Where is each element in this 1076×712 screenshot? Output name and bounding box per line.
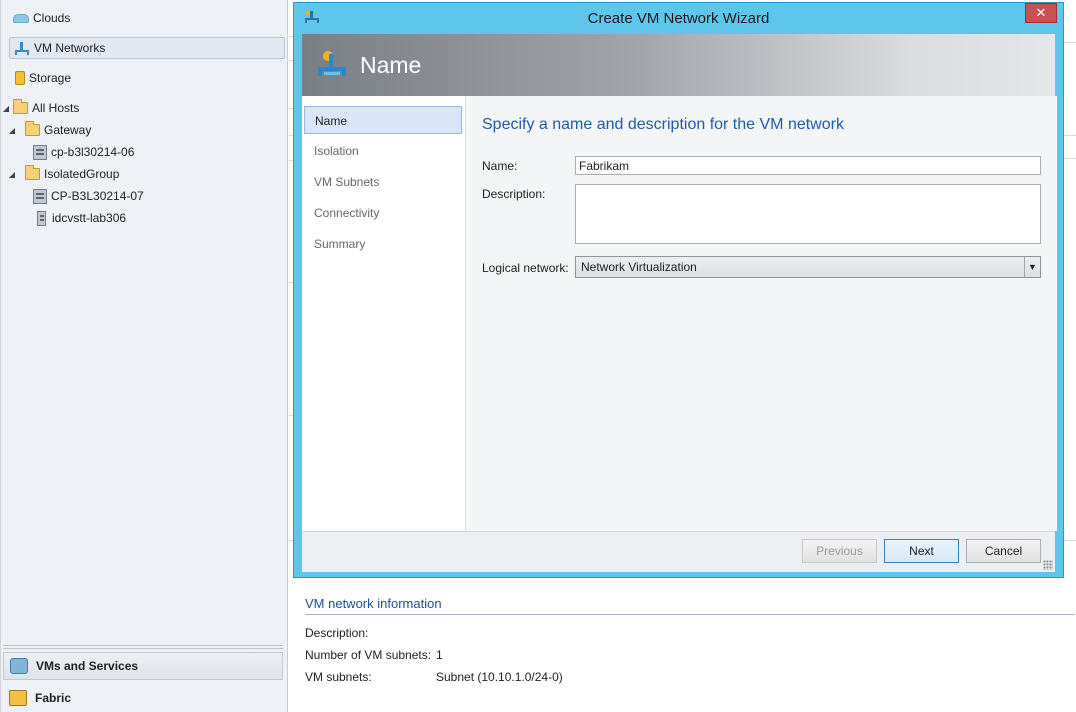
vm-network-icon (316, 48, 348, 78)
tree-node-label: All Hosts (32, 101, 80, 115)
tree-node-host-isolated-1[interactable]: CP-B3L30214-07 (33, 186, 144, 206)
host-server-icon (33, 188, 47, 204)
host-server-icon (37, 210, 46, 226)
wizard-steps-list: Name Isolation VM Subnets Connectivity S… (302, 96, 466, 531)
folder-icon (25, 121, 40, 136)
tree-node-label: idcvstt-lab306 (52, 211, 127, 225)
nav-item-label: Storage (29, 71, 72, 85)
tree-node-label: cp-b3l30214-06 (51, 145, 135, 159)
resize-grip-icon[interactable] (1043, 560, 1053, 570)
wizard-step-summary[interactable]: Summary (304, 230, 462, 258)
next-button[interactable]: Next (884, 539, 959, 563)
tree-node-host-gateway[interactable]: cp-b3l30214-06 (33, 142, 134, 162)
logical-network-label: Logical network: (482, 261, 569, 275)
expand-arrow-icon[interactable]: ◢ (7, 126, 17, 135)
close-icon: ✕ (1035, 5, 1047, 20)
host-server-icon (33, 144, 47, 160)
workspace-fabric[interactable]: Fabric (3, 686, 283, 710)
tree-node-all-hosts[interactable]: ◢ All Hosts (1, 98, 79, 118)
expand-arrow-icon[interactable]: ◢ (1, 104, 11, 113)
dialog-titlebar[interactable]: Create VM Network Wizard ✕ (294, 3, 1063, 33)
description-label: Description: (482, 187, 546, 201)
close-button[interactable]: ✕ (1025, 3, 1057, 23)
storage-icon (15, 71, 25, 85)
wizard-step-isolation[interactable]: Isolation (304, 137, 462, 165)
name-label: Name: (482, 159, 518, 173)
name-input[interactable] (575, 156, 1041, 175)
tree-node-isolated-group[interactable]: ◢ IsolatedGroup (7, 164, 119, 184)
wizard-step-connectivity[interactable]: Connectivity (304, 199, 462, 227)
create-vm-network-wizard: Create VM Network Wizard ✕ Name Name Iso… (293, 2, 1064, 578)
logical-network-dropdown[interactable]: Network Virtualization ▼ (575, 256, 1041, 278)
wizard-page-title: Name (360, 52, 422, 78)
details-description-label: Description: (305, 626, 369, 640)
details-subnets-label: VM subnets: (305, 670, 372, 684)
tree-node-label: Gateway (44, 123, 92, 137)
details-subnet-count-label: Number of VM subnets: (305, 648, 432, 662)
tree-node-label: CP-B3L30214-07 (51, 189, 144, 203)
fabric-icon (9, 690, 27, 706)
cancel-button[interactable]: Cancel (966, 539, 1041, 563)
nav-item-clouds[interactable]: Clouds (13, 8, 70, 28)
workspace-label: VMs and Services (36, 659, 139, 673)
logical-network-selected-value: Network Virtualization (581, 260, 697, 274)
details-subnets-value: Subnet (10.10.1.0/24-0) (436, 670, 563, 684)
folder-icon (13, 99, 28, 114)
vms-and-services-icon (10, 658, 28, 674)
details-section-title: VM network information (305, 596, 442, 611)
tree-node-label: IsolatedGroup (44, 167, 120, 181)
description-input[interactable] (575, 184, 1041, 244)
cloud-icon (13, 13, 29, 23)
workspace-vms-and-services[interactable]: VMs and Services (3, 652, 283, 680)
tree-node-gateway[interactable]: ◢ Gateway (7, 120, 91, 140)
network-icon (14, 41, 30, 55)
nav-item-vm-networks[interactable]: VM Networks (9, 37, 285, 59)
nav-item-label: Clouds (33, 11, 71, 25)
wizard-step-name[interactable]: Name (304, 106, 462, 134)
navigation-pane: Clouds VM Networks Storage ◢ All Hosts ◢… (0, 0, 288, 712)
expand-arrow-icon[interactable]: ◢ (7, 170, 17, 179)
folder-icon (25, 165, 40, 180)
nav-item-storage[interactable]: Storage (15, 68, 71, 88)
wizard-header-banner: Name (302, 34, 1055, 96)
nav-item-label: VM Networks (34, 41, 106, 55)
wizard-step-vm-subnets[interactable]: VM Subnets (304, 168, 462, 196)
details-subnet-count-value: 1 (436, 648, 443, 662)
previous-button[interactable]: Previous (802, 539, 877, 563)
page-heading: Specify a name and description for the V… (482, 116, 844, 133)
dialog-body: Name Name Isolation VM Subnets Connectiv… (301, 33, 1057, 572)
wizard-footer: Previous Next Cancel (302, 531, 1055, 572)
tree-node-host-isolated-2[interactable]: idcvstt-lab306 (37, 208, 126, 228)
dialog-title: Create VM Network Wizard (587, 10, 770, 27)
wizard-page-content: Specify a name and description for the V… (467, 96, 1057, 531)
details-divider (305, 614, 1075, 615)
workspace-label: Fabric (35, 691, 72, 705)
dropdown-arrow-icon[interactable]: ▼ (1024, 257, 1040, 277)
pane-splitter[interactable] (3, 645, 283, 649)
